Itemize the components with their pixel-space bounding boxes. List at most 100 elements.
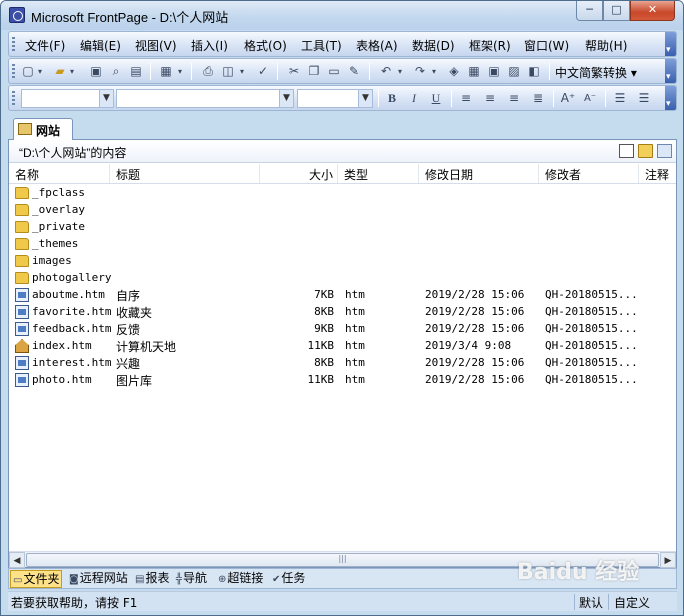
format-painter-icon[interactable]: ✎ [345,63,363,80]
frontpage-app-icon[interactable] [9,7,25,23]
menu-format[interactable]: 格式(O) [244,37,287,54]
align-left-icon[interactable]: ≡ [457,90,475,107]
new-folder-icon[interactable] [638,144,653,158]
save-icon[interactable]: ▣ [87,63,105,80]
redo-dropdown-arrow-icon[interactable]: ▾ [429,63,439,80]
menu-insert[interactable]: 插入(I) [191,37,228,54]
insert-table-icon[interactable]: ▦ [465,63,483,80]
print-icon[interactable]: ⎙ [199,63,217,80]
underline-button[interactable]: U [427,90,445,107]
column-header-modified-by[interactable]: 修改者 [539,164,639,183]
column-header-name[interactable]: 名称 [9,164,110,183]
column-header-comments[interactable]: 注释 [639,164,676,183]
new-dropdown-arrow-icon[interactable]: ▾ [35,63,45,80]
insert-picture-icon[interactable]: ▨ [505,63,523,80]
file-row[interactable]: photo.htm 图片库 11KB htm 2019/2/28 15:06 Q… [9,372,676,389]
file-row[interactable]: interest.htm 兴趣 8KB htm 2019/2/28 15:06 … [9,355,676,372]
maximize-button[interactable]: □ [603,1,630,21]
chevron-down-icon[interactable]: ▼ [279,90,293,107]
close-button[interactable]: ✕ [630,1,675,21]
view-hyperlinks-label: 超链接 [227,571,264,585]
view-remote-site[interactable]: ◙远程网站 [67,570,130,588]
web-component-icon[interactable]: ◈ [445,63,463,80]
column-header-type[interactable]: 类型 [338,164,419,183]
web-component-icon[interactable]: ▦ [157,63,175,80]
menu-help[interactable]: 帮助(H) [585,37,627,54]
folder-row[interactable]: _fpclass [9,185,676,202]
folder-row[interactable]: photogallery [9,270,676,287]
bulleted-list-icon[interactable]: ☰ [635,90,653,107]
view-reports[interactable]: ▤报表 [133,570,171,588]
folder-row[interactable]: _themes [9,236,676,253]
chevron-down-icon[interactable]: ▼ [358,90,372,107]
menu-bar-grip[interactable] [12,37,15,52]
search-icon[interactable]: ⌕ [107,63,125,80]
menu-view[interactable]: 视图(V) [135,37,177,54]
standard-toolbar-grip[interactable] [12,64,15,79]
file-row[interactable]: favorite.htm 收藏夹 8KB htm 2019/2/28 15:06… [9,304,676,321]
up-one-level-icon[interactable] [657,144,672,158]
preview-icon[interactable]: ◫ [219,63,237,80]
preview-dropdown-arrow-icon[interactable]: ▾ [237,63,247,80]
insert-layer-icon[interactable]: ▣ [485,63,503,80]
justify-icon[interactable]: ≣ [529,90,547,107]
menu-data[interactable]: 数据(D) [412,37,455,54]
drawing-icon[interactable]: ◧ [525,63,543,80]
open-dropdown-arrow-icon[interactable]: ▾ [67,63,77,80]
bold-button[interactable]: B [383,90,401,107]
toolbar-separator [605,90,606,107]
folder-row[interactable]: images [9,253,676,270]
file-row[interactable]: index.htm 计算机天地 11KB htm 2019/3/4 9:08 Q… [9,338,676,355]
font-size-combo[interactable]: ▼ [297,89,373,108]
undo-icon[interactable]: ↶ [377,63,395,80]
tab-web-site[interactable]: 网站 [13,118,73,140]
standard-toolbar-options[interactable] [665,59,676,83]
formatting-toolbar-options[interactable] [665,86,676,110]
ime-conversion-button[interactable]: 中文简繁转换 ▾ [555,64,637,81]
menu-table[interactable]: 表格(A) [356,37,398,54]
spelling-icon[interactable]: ✓ [254,63,272,80]
folder-row[interactable]: _overlay [9,202,676,219]
scroll-left-icon[interactable]: ◀ [9,552,25,568]
column-header-size[interactable]: 大小 [260,164,338,183]
view-tasks[interactable]: ✔任务 [270,570,307,588]
menu-window[interactable]: 窗口(W) [524,37,569,54]
folder-row[interactable]: _private [9,219,676,236]
file-row[interactable]: feedback.htm 反馈 9KB htm 2019/2/28 15:06 … [9,321,676,338]
minimize-button[interactable]: ─ [576,1,603,21]
status-mode[interactable]: 默认 [579,594,603,611]
chevron-down-icon[interactable]: ▼ [99,90,113,107]
font-combo[interactable]: ▼ [116,89,294,108]
file-name: interest.htm [32,356,112,369]
paste-icon[interactable]: ▭ [325,63,343,80]
view-navigation[interactable]: ╬导航 [174,570,209,588]
file-title: 反馈 [116,323,141,337]
menu-edit[interactable]: 编辑(E) [80,37,121,54]
align-center-icon[interactable]: ≡ [481,90,499,107]
file-row[interactable]: aboutme.htm 自序 7KB htm 2019/2/28 15:06 Q… [9,287,676,304]
copy-icon[interactable]: ❐ [305,63,323,80]
view-hyperlinks[interactable]: ⊕超链接 [216,570,265,588]
menu-frames[interactable]: 框架(R) [469,37,511,54]
align-right-icon[interactable]: ≡ [505,90,523,107]
undo-dropdown-arrow-icon[interactable]: ▾ [395,63,405,80]
italic-button[interactable]: I [405,90,423,107]
column-header-title[interactable]: 标题 [110,164,260,183]
cut-icon[interactable]: ✂ [285,63,303,80]
menu-file[interactable]: 文件(F) [25,37,65,54]
menu-bar-options[interactable] [665,32,676,56]
publish-icon[interactable]: ▤ [127,63,145,80]
numbered-list-icon[interactable]: ☰ [611,90,629,107]
menu-tools[interactable]: 工具(T) [301,37,342,54]
component-dropdown-arrow-icon[interactable]: ▾ [175,63,185,80]
status-custom[interactable]: 自定义 [614,594,650,611]
view-folders[interactable]: ▭文件夹 [10,570,63,588]
formatting-toolbar-grip[interactable] [12,91,15,106]
decrease-font-icon[interactable]: A⁻ [581,90,599,107]
new-page-icon[interactable] [619,144,634,158]
column-header-modified[interactable]: 修改日期 [419,164,539,183]
scroll-right-icon[interactable]: ▶ [660,552,676,568]
redo-icon[interactable]: ↷ [411,63,429,80]
style-combo[interactable]: ▼ [21,89,114,108]
increase-font-icon[interactable]: A⁺ [559,90,577,107]
